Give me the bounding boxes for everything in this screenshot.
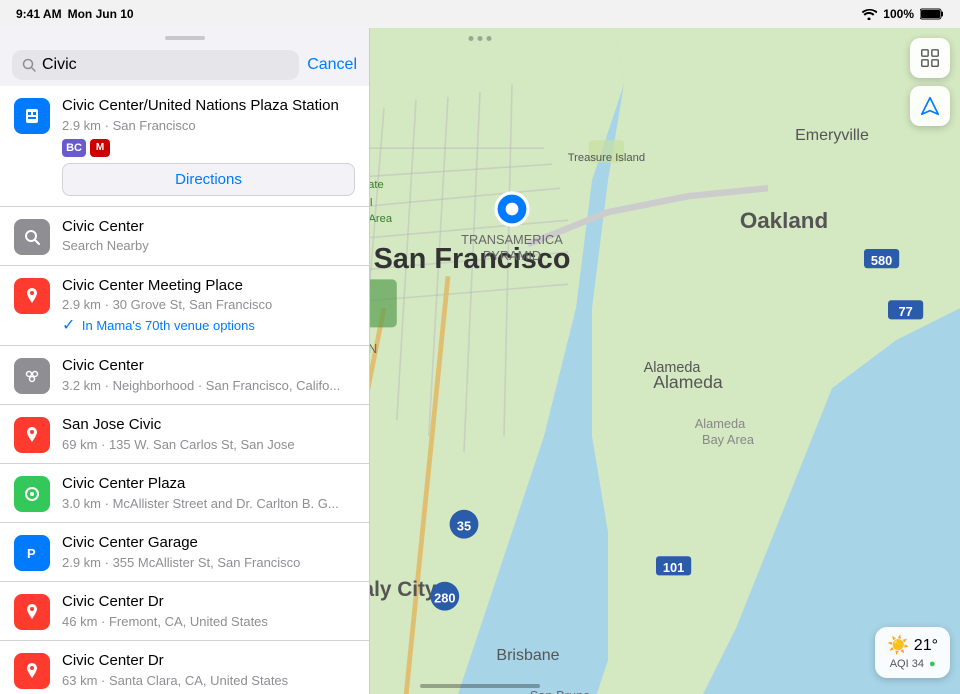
result-content-garage: Civic Center Garage 2.9 km · 355 McAllis… (62, 533, 355, 570)
result-subtitle: 2.9 km · San Francisco (62, 118, 355, 133)
search-icon (22, 58, 36, 72)
result-subtitle: Search Nearby (62, 238, 355, 253)
svg-text:77: 77 (898, 304, 912, 319)
result-content-fremont: Civic Center Dr 46 km · Fremont, CA, Uni… (62, 592, 355, 629)
svg-text:San Bruno: San Bruno (530, 688, 590, 694)
list-item[interactable]: Civic Center/United Nations Plaza Statio… (0, 86, 369, 207)
result-subtitle: 69 km · 135 W. San Carlos St, San Jose (62, 437, 355, 452)
status-bar: 9:41 AM Mon Jun 10 100% (0, 0, 960, 28)
result-subtitle: 2.9 km · 30 Grove St, San Francisco (62, 297, 355, 312)
result-subtitle: 46 km · Fremont, CA, United States (62, 614, 355, 629)
result-title: San Jose Civic (62, 415, 355, 435)
result-content-neighborhood: Civic Center 3.2 km · Neighborhood · San… (62, 356, 355, 393)
svg-text:PYRAMID: PYRAMID (483, 248, 541, 263)
svg-text:Emeryville: Emeryville (795, 127, 869, 144)
venue-link[interactable]: In Mama's 70th venue options (82, 318, 255, 333)
aqi-label: AQI 34 ● (890, 658, 936, 670)
result-content-plaza: Civic Center Plaza 3.0 km · McAllister S… (62, 474, 355, 511)
map-controls (910, 38, 950, 126)
status-day: Mon Jun 10 (68, 7, 134, 21)
svg-text:Oakland: Oakland (740, 208, 828, 233)
pin-icon (14, 653, 50, 689)
list-item[interactable]: Civic Center 3.2 km · Neighborhood · San… (0, 346, 369, 405)
location-arrow-icon (919, 95, 941, 117)
list-item[interactable]: Civic Center Dr 63 km · Santa Clara, CA,… (0, 641, 369, 694)
result-content-santaclara: Civic Center Dr 63 km · Santa Clara, CA,… (62, 651, 355, 688)
transit-icon (14, 98, 50, 134)
list-item[interactable]: Civic Center Meeting Place 2.9 km · 30 G… (0, 266, 369, 347)
list-item[interactable]: San Jose Civic 69 km · 135 W. San Carlos… (0, 405, 369, 464)
result-content-station: Civic Center/United Nations Plaza Statio… (62, 96, 355, 196)
plaza-icon (14, 476, 50, 512)
result-subtitle: 63 km · Santa Clara, CA, United States (62, 673, 355, 688)
venue-info: ✓ In Mama's 70th venue options (62, 315, 355, 335)
result-title: Civic Center (62, 217, 355, 237)
weather-temp: 21° (914, 637, 938, 655)
svg-text:P: P (27, 546, 36, 561)
list-item[interactable]: P Civic Center Garage 2.9 km · 355 McAll… (0, 523, 369, 582)
result-title: Civic Center Dr (62, 592, 355, 612)
my-location-button[interactable] (910, 86, 950, 126)
drag-handle[interactable] (165, 36, 205, 40)
pin-icon (14, 594, 50, 630)
search-input[interactable] (42, 56, 289, 74)
battery-icon (920, 8, 944, 20)
result-content-meeting: Civic Center Meeting Place 2.9 km · 30 G… (62, 276, 355, 336)
result-content-nearby: Civic Center Search Nearby (62, 217, 355, 254)
search-bar: Cancel (0, 44, 369, 86)
result-subtitle: 3.0 km · McAllister Street and Dr. Carlt… (62, 496, 355, 511)
svg-text:TRANSAMERICA: TRANSAMERICA (461, 232, 563, 247)
sidebar: Cancel Civic Center/United Nations Plaza… (0, 28, 370, 694)
map-layers-button[interactable] (910, 38, 950, 78)
svg-text:580: 580 (871, 253, 892, 268)
result-title: Civic Center/United Nations Plaza Statio… (62, 96, 355, 116)
status-left: 9:41 AM Mon Jun 10 (16, 7, 134, 21)
list-item[interactable]: Civic Center Plaza 3.0 km · McAllister S… (0, 464, 369, 523)
svg-text:Treasure Island: Treasure Island (568, 152, 645, 164)
battery-level: 100% (883, 7, 914, 21)
weather-widget: ☀️ 21° AQI 34 ● (875, 627, 950, 678)
result-title: Civic Center Meeting Place (62, 276, 355, 296)
search-nearby-icon (14, 219, 50, 255)
search-input-wrapper[interactable] (12, 50, 299, 80)
result-content-sanjose: San Jose Civic 69 km · 135 W. San Carlos… (62, 415, 355, 452)
checkmark-icon: ✓ (62, 317, 75, 334)
result-subtitle: 2.9 km · 355 McAllister St, San Francisc… (62, 555, 355, 570)
result-subtitle: 3.2 km · Neighborhood · San Francisco, C… (62, 378, 355, 393)
map-layers-icon (919, 47, 941, 69)
badge-bc: BC (62, 139, 86, 157)
home-bar (420, 684, 540, 688)
result-title: Civic Center Dr (62, 651, 355, 671)
badge-muni: M (90, 139, 110, 157)
status-time: 9:41 AM (16, 7, 62, 21)
svg-text:Brisbane: Brisbane (496, 647, 559, 664)
neighborhood-icon (14, 358, 50, 394)
list-item[interactable]: Civic Center Search Nearby (0, 207, 369, 266)
map-dots (469, 36, 492, 41)
svg-text:Alameda: Alameda (695, 416, 746, 431)
result-title: Civic Center (62, 356, 355, 376)
weather-icon: ☀️ (887, 635, 909, 656)
transport-badges: BC M (62, 139, 355, 157)
parking-icon: P (14, 535, 50, 571)
result-title: Civic Center Plaza (62, 474, 355, 494)
wifi-icon (861, 8, 877, 20)
svg-text:101: 101 (663, 560, 684, 575)
svg-text:Alameda: Alameda (644, 360, 701, 376)
svg-text:35: 35 (457, 519, 471, 534)
list-item[interactable]: Civic Center Dr 46 km · Fremont, CA, Uni… (0, 582, 369, 641)
pin-icon (14, 278, 50, 314)
status-right: 100% (861, 7, 944, 21)
svg-text:280: 280 (434, 591, 455, 606)
svg-text:Bay Area: Bay Area (702, 432, 755, 447)
directions-button[interactable]: Directions (62, 163, 355, 196)
cancel-button[interactable]: Cancel (307, 52, 357, 78)
results-list[interactable]: Civic Center/United Nations Plaza Statio… (0, 86, 369, 694)
pin-icon (14, 417, 50, 453)
result-title: Civic Center Garage (62, 533, 355, 553)
